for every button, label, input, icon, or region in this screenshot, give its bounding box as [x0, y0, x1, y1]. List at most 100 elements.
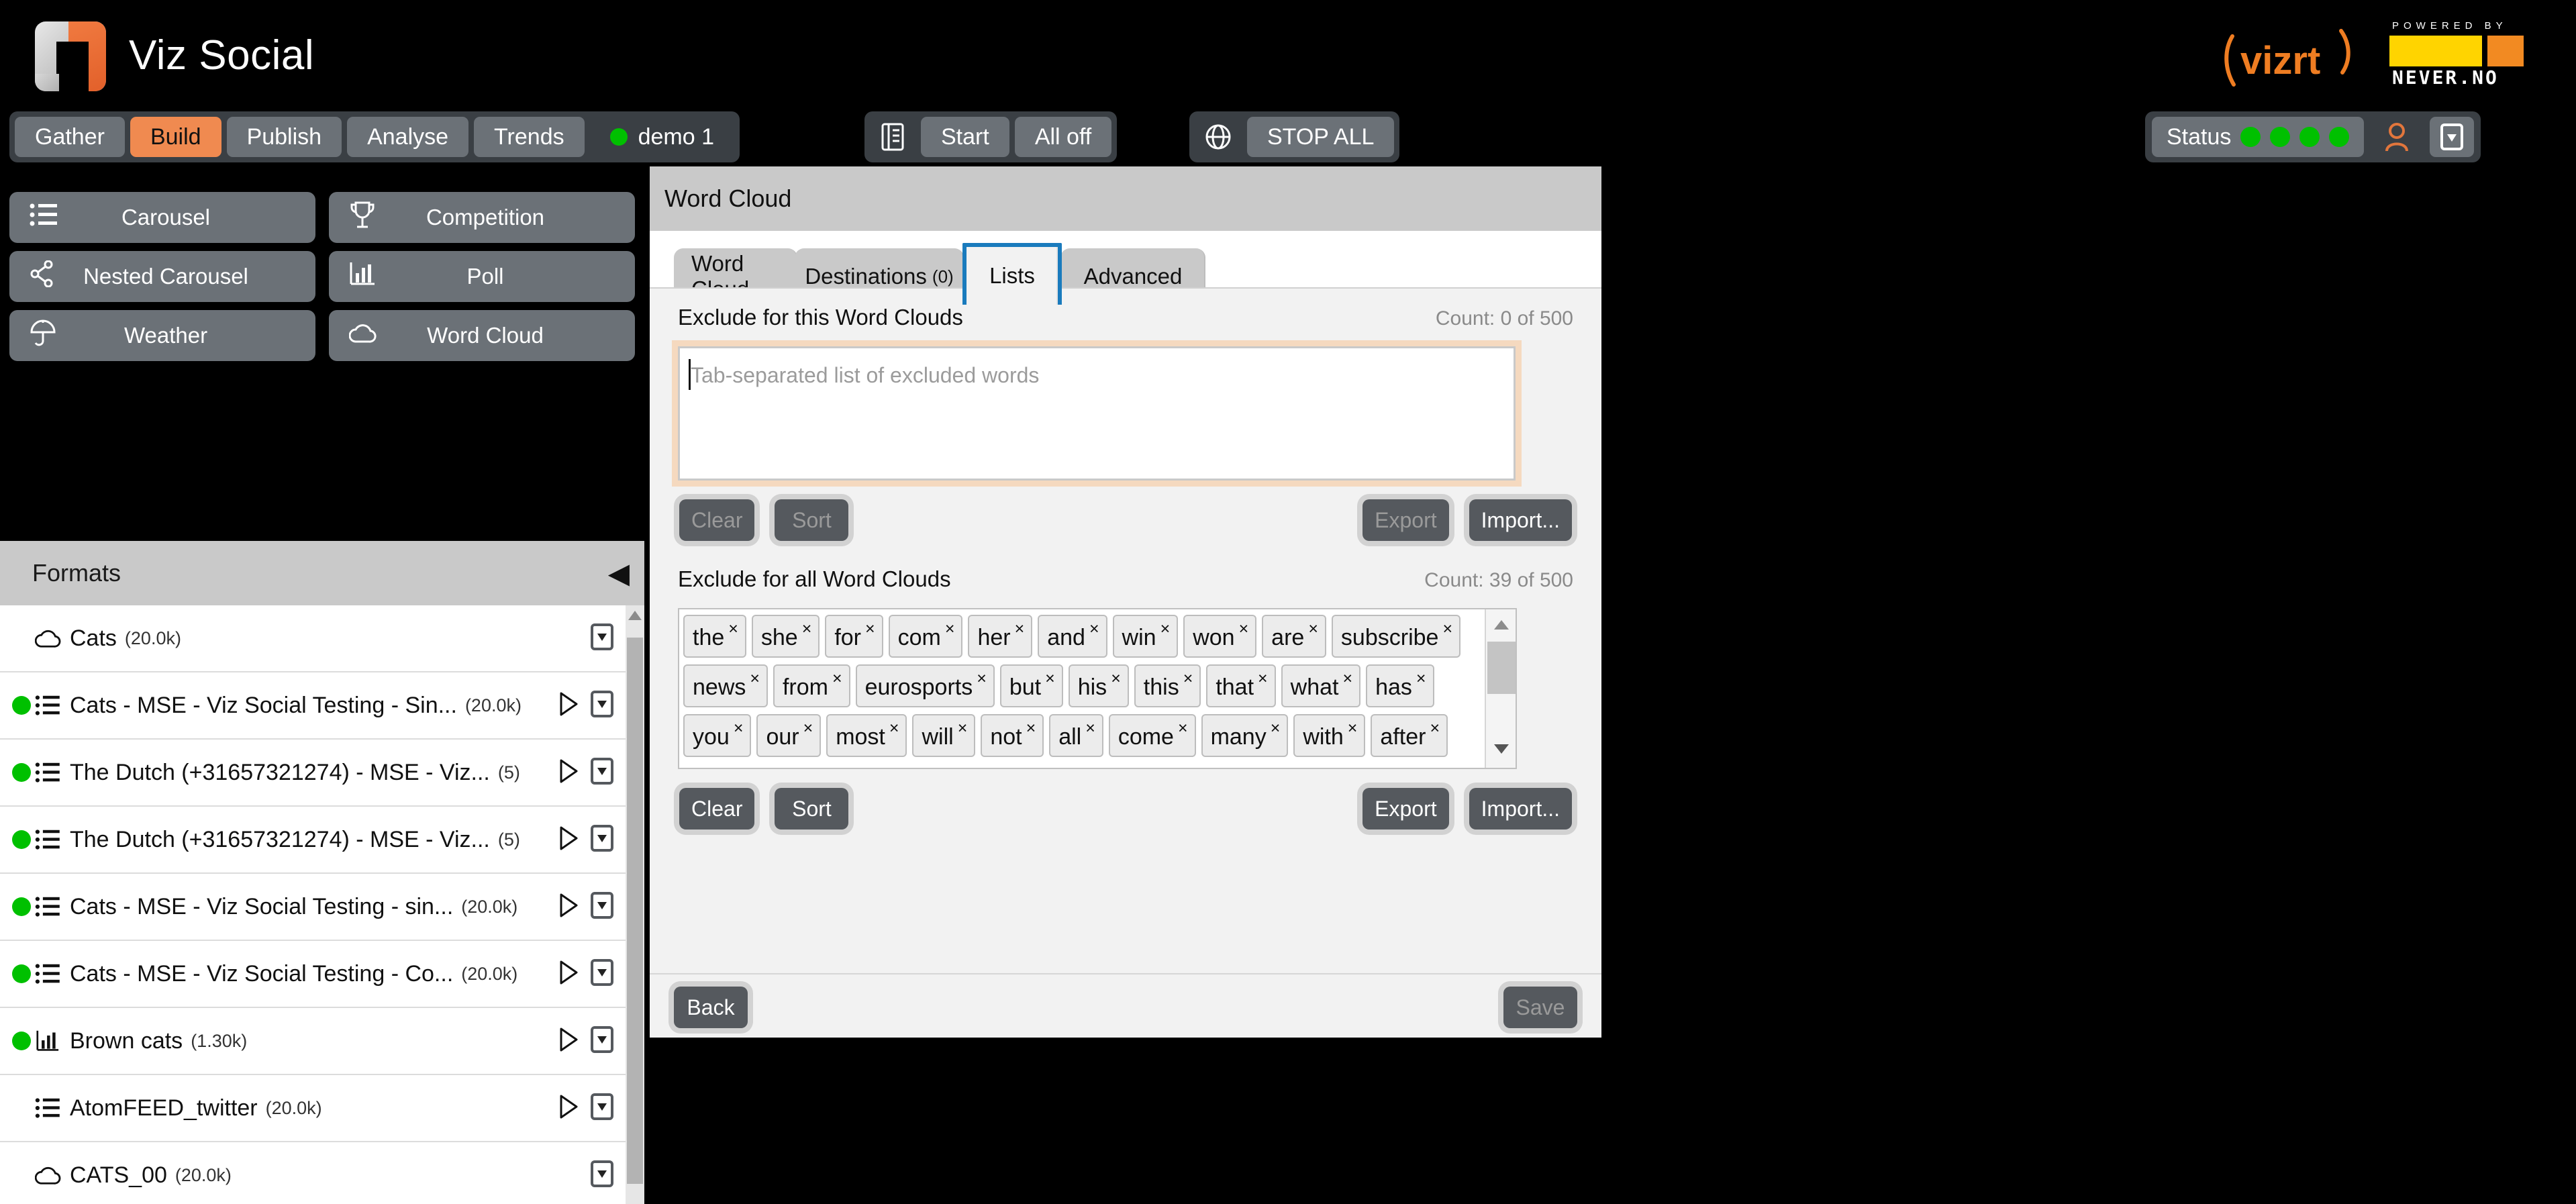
play-icon[interactable] — [557, 1094, 580, 1123]
excluded-word-chip[interactable]: from × — [773, 664, 850, 707]
nav-tab-analyse[interactable]: Analyse — [347, 117, 469, 157]
close-x-icon[interactable]: × — [1160, 619, 1171, 639]
format-list-item[interactable]: AtomFEED_twitter (20.0k) — [0, 1075, 644, 1142]
close-x-icon[interactable]: × — [1015, 619, 1025, 639]
play-icon[interactable] — [557, 825, 580, 854]
close-x-icon[interactable]: × — [1026, 718, 1036, 738]
import-button-all[interactable]: Import... — [1469, 788, 1572, 830]
profile-selector[interactable]: demo 1 — [590, 117, 734, 157]
row-menu-icon[interactable] — [591, 1093, 613, 1123]
scroll-down-icon[interactable] — [1493, 743, 1509, 758]
excluded-word-chip[interactable]: after × — [1371, 714, 1448, 757]
excluded-word-chip[interactable]: her × — [968, 615, 1033, 658]
format-list-item[interactable]: Cats (20.0k) — [0, 605, 644, 672]
excluded-word-chip[interactable]: are × — [1262, 615, 1326, 658]
excluded-word-chip[interactable]: for × — [825, 615, 883, 658]
format-button-weather[interactable]: Weather — [9, 310, 315, 361]
excluded-word-chip[interactable]: his × — [1068, 664, 1129, 707]
start-button[interactable]: Start — [921, 117, 1009, 157]
row-menu-icon[interactable] — [591, 690, 613, 721]
sort-button-all[interactable]: Sort — [775, 788, 849, 830]
row-menu-icon[interactable] — [591, 623, 613, 654]
play-icon[interactable] — [557, 691, 580, 720]
excluded-word-chip[interactable]: you × — [683, 714, 752, 757]
stop-all-button[interactable]: STOP ALL — [1247, 117, 1395, 157]
close-x-icon[interactable]: × — [734, 718, 744, 738]
play-icon[interactable] — [557, 1027, 580, 1056]
nav-tab-build[interactable]: Build — [130, 117, 221, 157]
row-menu-icon[interactable] — [591, 1025, 613, 1056]
import-button-this[interactable]: Import... — [1469, 499, 1572, 541]
close-x-icon[interactable]: × — [1430, 718, 1440, 738]
excluded-word-chip[interactable]: com × — [888, 615, 963, 658]
formats-list-scrollbar[interactable] — [626, 605, 644, 1204]
sort-button-this[interactable]: Sort — [775, 499, 849, 541]
all-off-button[interactable]: All off — [1014, 117, 1112, 157]
close-x-icon[interactable]: × — [832, 668, 842, 689]
exclude-this-textarea[interactable]: Tab-separated list of excluded words — [672, 340, 1522, 487]
excluded-word-chip[interactable]: news × — [683, 664, 768, 707]
excluded-word-chip[interactable]: not × — [981, 714, 1044, 757]
close-x-icon[interactable]: × — [977, 668, 987, 689]
format-list-item[interactable]: Cats - MSE - Viz Social Testing - sin...… — [0, 874, 644, 941]
close-x-icon[interactable]: × — [1258, 668, 1268, 689]
book-icon[interactable] — [870, 117, 915, 157]
format-button-word-cloud[interactable]: Word Cloud — [329, 310, 635, 361]
excluded-word-chip[interactable]: will × — [912, 714, 976, 757]
play-icon[interactable] — [557, 960, 580, 989]
back-button[interactable]: Back — [674, 987, 748, 1028]
excluded-word-chip[interactable]: with × — [1293, 714, 1366, 757]
format-list-item[interactable]: Cats - MSE - Viz Social Testing - Sin...… — [0, 672, 644, 740]
excluded-word-chip[interactable]: most × — [826, 714, 907, 757]
play-icon[interactable] — [557, 893, 580, 921]
excluded-word-chip[interactable]: that × — [1206, 664, 1276, 707]
excluded-word-chip[interactable]: she × — [751, 615, 820, 658]
globe-icon[interactable] — [1195, 117, 1242, 157]
close-x-icon[interactable]: × — [1111, 668, 1121, 689]
clear-button-this[interactable]: Clear — [679, 499, 755, 541]
export-button-all[interactable]: Export — [1363, 788, 1449, 830]
export-button-this[interactable]: Export — [1363, 499, 1449, 541]
scroll-up-icon[interactable] — [628, 609, 642, 625]
close-x-icon[interactable]: × — [1416, 668, 1426, 689]
chip-list-scrollbar[interactable] — [1485, 609, 1516, 768]
format-button-poll[interactable]: Poll — [329, 251, 635, 302]
chevron-left-icon[interactable]: ◀ — [608, 557, 630, 590]
close-x-icon[interactable]: × — [1342, 668, 1352, 689]
close-x-icon[interactable]: × — [889, 718, 899, 738]
excluded-word-chip[interactable]: what × — [1281, 664, 1361, 707]
format-button-competition[interactable]: Competition — [329, 192, 635, 243]
close-x-icon[interactable]: × — [1348, 718, 1358, 738]
close-x-icon[interactable]: × — [865, 619, 875, 639]
nav-tab-gather[interactable]: Gather — [15, 117, 125, 157]
dropdown-box-icon[interactable] — [2430, 117, 2475, 157]
row-menu-icon[interactable] — [591, 757, 613, 788]
excluded-word-chip[interactable]: eurosports × — [855, 664, 995, 707]
close-x-icon[interactable]: × — [1239, 619, 1249, 639]
close-x-icon[interactable]: × — [945, 619, 955, 639]
close-x-icon[interactable]: × — [1085, 718, 1095, 738]
play-icon[interactable] — [557, 758, 580, 787]
formats-list[interactable]: Cats (20.0k) Cats - MSE - Viz Social Testi… — [0, 605, 644, 1204]
close-x-icon[interactable]: × — [1442, 619, 1452, 639]
save-button[interactable]: Save — [1503, 987, 1577, 1028]
row-menu-icon[interactable] — [591, 958, 613, 989]
close-x-icon[interactable]: × — [728, 619, 738, 639]
close-x-icon[interactable]: × — [803, 718, 813, 738]
close-x-icon[interactable]: × — [802, 619, 812, 639]
exclude-all-chip-list[interactable]: the × she × for × com × her × and × win × won × are × subs… — [678, 608, 1517, 769]
scrollbar-thumb[interactable] — [627, 638, 643, 1184]
user-icon[interactable] — [2375, 121, 2419, 152]
close-x-icon[interactable]: × — [750, 668, 760, 689]
format-button-nested-carousel[interactable]: Nested Carousel — [9, 251, 315, 302]
excluded-word-chip[interactable]: subscribe × — [1331, 615, 1461, 658]
format-list-item[interactable]: Brown cats (1.30k) — [0, 1008, 644, 1075]
excluded-word-chip[interactable]: won × — [1183, 615, 1257, 658]
close-x-icon[interactable]: × — [1089, 619, 1099, 639]
close-x-icon[interactable]: × — [1183, 668, 1193, 689]
excluded-word-chip[interactable]: and × — [1038, 615, 1107, 658]
row-menu-icon[interactable] — [591, 891, 613, 922]
excluded-word-chip[interactable]: come × — [1108, 714, 1196, 757]
excluded-word-chip[interactable]: this × — [1134, 664, 1201, 707]
nav-tab-publish[interactable]: Publish — [226, 117, 342, 157]
